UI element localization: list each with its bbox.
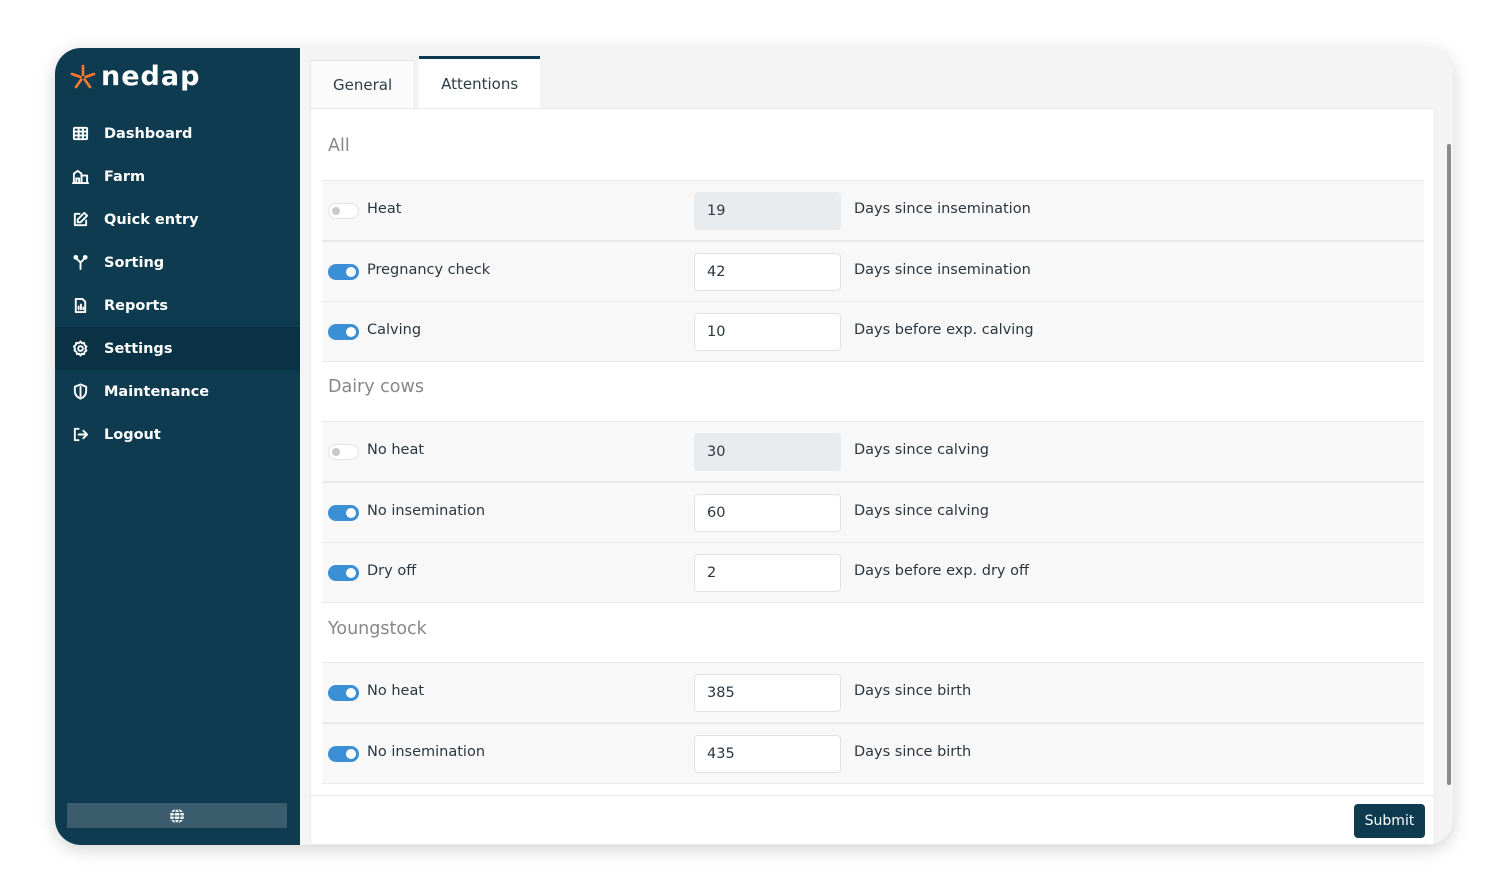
- attention-toggle[interactable]: [328, 203, 359, 219]
- app-window: nedap Dashboard Farm Quick entry Sorting…: [55, 48, 1453, 845]
- main-content: General Attentions All Heat Days since i…: [300, 48, 1453, 845]
- attention-toggle[interactable]: [328, 324, 359, 340]
- attention-label: Heat: [367, 201, 402, 217]
- attention-row: Calving Days before exp. calving: [322, 301, 1424, 362]
- sidebar-item-settings[interactable]: Settings: [55, 327, 300, 370]
- days-input[interactable]: [694, 554, 841, 592]
- attention-label: Calving: [367, 322, 422, 338]
- nedap-star-icon: [70, 64, 96, 89]
- edit-icon: [71, 211, 89, 229]
- brand-name: nedap: [101, 61, 201, 92]
- sidebar-nav: Dashboard Farm Quick entry Sorting Repor…: [55, 112, 300, 456]
- attention-toggle[interactable]: [328, 505, 359, 521]
- section-title-youngstock: Youngstock: [328, 619, 427, 639]
- tab-attentions[interactable]: Attentions: [419, 56, 541, 108]
- days-input[interactable]: [694, 313, 841, 351]
- days-unit-label: Days since insemination: [854, 262, 1031, 278]
- tab-bar: General Attentions: [310, 56, 544, 108]
- sidebar-item-label: Settings: [104, 340, 173, 357]
- attentions-panel: All Heat Days since insemination Pregnan…: [310, 108, 1435, 845]
- days-input[interactable]: [694, 494, 841, 532]
- sidebar-item-reports[interactable]: Reports: [55, 284, 300, 327]
- sidebar-item-label: Maintenance: [104, 383, 210, 400]
- attention-toggle[interactable]: [328, 565, 359, 581]
- sidebar-item-label: Farm: [104, 168, 146, 185]
- sidebar-item-dashboard[interactable]: Dashboard: [55, 112, 300, 155]
- attention-label: No insemination: [367, 503, 486, 519]
- logout-icon: [71, 426, 89, 444]
- section-title-all: All: [328, 136, 350, 156]
- attention-toggle[interactable]: [328, 685, 359, 701]
- sidebar-item-quick-entry[interactable]: Quick entry: [55, 198, 300, 241]
- nedap-logo[interactable]: nedap: [69, 62, 200, 92]
- days-input[interactable]: [694, 433, 841, 471]
- sidebar-item-label: Sorting: [104, 254, 165, 271]
- attention-toggle[interactable]: [328, 444, 359, 460]
- days-input[interactable]: [694, 674, 841, 712]
- attention-toggle[interactable]: [328, 264, 359, 280]
- sidebar-item-label: Quick entry: [104, 211, 199, 228]
- farm-icon: [71, 168, 89, 186]
- attention-toggle[interactable]: [328, 746, 359, 762]
- gear-icon: [71, 340, 89, 358]
- attention-label: Dry off: [367, 563, 417, 579]
- attention-row: No heat Days since calving: [322, 421, 1424, 482]
- language-button[interactable]: [67, 803, 287, 828]
- sidebar-item-logout[interactable]: Logout: [55, 413, 300, 456]
- attention-row: No insemination Days since calving: [322, 482, 1424, 543]
- attention-row: No insemination Days since birth: [322, 723, 1424, 784]
- attention-row: Pregnancy check Days since insemination: [322, 241, 1424, 302]
- attention-row: Dry off Days before exp. dry off: [322, 542, 1424, 603]
- sidebar-item-label: Dashboard: [104, 125, 193, 142]
- days-input[interactable]: [694, 253, 841, 291]
- days-unit-label: Days since birth: [854, 744, 972, 760]
- days-unit-label: Days before exp. calving: [854, 322, 1034, 338]
- attention-label: No heat: [367, 442, 425, 458]
- days-unit-label: Days before exp. dry off: [854, 563, 1029, 579]
- days-unit-label: Days since insemination: [854, 201, 1031, 217]
- submit-button[interactable]: Submit: [1354, 804, 1425, 838]
- days-unit-label: Days since calving: [854, 503, 989, 519]
- attention-label: No heat: [367, 683, 425, 699]
- sidebar-item-label: Logout: [104, 426, 161, 443]
- days-input[interactable]: [694, 192, 841, 230]
- section-title-dairy-cows: Dairy cows: [328, 377, 424, 397]
- sidebar: nedap Dashboard Farm Quick entry Sorting…: [55, 48, 300, 845]
- footer-divider: [311, 795, 1434, 796]
- attention-label: Pregnancy check: [367, 262, 491, 278]
- days-input[interactable]: [694, 735, 841, 773]
- days-unit-label: Days since calving: [854, 442, 989, 458]
- sidebar-item-maintenance[interactable]: Maintenance: [55, 370, 300, 413]
- sidebar-item-sorting[interactable]: Sorting: [55, 241, 300, 284]
- tab-general[interactable]: General: [310, 60, 416, 108]
- globe-icon: [170, 807, 184, 824]
- attention-row: Heat Days since insemination: [322, 180, 1424, 241]
- sorting-icon: [71, 254, 89, 272]
- attention-row: No heat Days since birth: [322, 662, 1424, 723]
- report-icon: [71, 297, 89, 315]
- days-unit-label: Days since birth: [854, 683, 972, 699]
- attention-label: No insemination: [367, 744, 486, 760]
- sidebar-item-farm[interactable]: Farm: [55, 155, 300, 198]
- grid-icon: [71, 125, 89, 143]
- scrollbar[interactable]: [1447, 144, 1451, 785]
- sidebar-item-label: Reports: [104, 297, 169, 314]
- shield-icon: [71, 383, 89, 401]
